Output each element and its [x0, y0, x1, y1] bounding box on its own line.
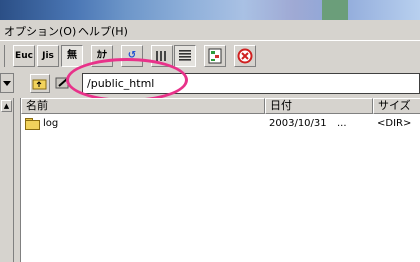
file-list[interactable]: 名前 日付 サイズ log 2003/10/31 ... <DIR>: [20, 98, 420, 262]
parent-folder-button[interactable]: [30, 74, 50, 93]
details-view-button[interactable]: [174, 45, 196, 67]
scroll-up-button[interactable]: ▲: [1, 100, 12, 112]
jis-button[interactable]: Jis: [37, 45, 59, 67]
column-header-date[interactable]: 日付: [265, 98, 373, 114]
no-conversion-button[interactable]: 無: [61, 45, 83, 67]
list-view-button[interactable]: [151, 45, 173, 67]
euc-button[interactable]: Euc: [13, 45, 35, 67]
title-bar: [0, 0, 420, 20]
list-view-icon: [156, 51, 166, 61]
column-header-name[interactable]: 名前: [21, 98, 265, 114]
path-input[interactable]: [82, 73, 420, 94]
sync-button[interactable]: [204, 45, 226, 67]
kana-button[interactable]: ｶﾅ: [91, 45, 113, 67]
file-date: 2003/10/31: [269, 118, 327, 129]
tree-pane[interactable]: ▲: [0, 98, 14, 262]
path-arrow-icon: [55, 77, 69, 89]
folder-icon: [25, 118, 40, 130]
path-history-button[interactable]: [53, 74, 73, 93]
file-name: log: [43, 118, 59, 129]
title-bar-segment: [322, 0, 348, 20]
drive-dropdown[interactable]: [0, 73, 14, 93]
parent-folder-icon: [32, 79, 47, 90]
toolbar: Euc Jis 無 ｶﾅ ↺: [0, 40, 420, 71]
file-date-more: ...: [337, 118, 347, 129]
chevron-down-icon: [3, 81, 11, 86]
table-row[interactable]: log 2003/10/31 ... <DIR>: [21, 116, 420, 132]
column-header-size[interactable]: サイズ: [373, 98, 420, 114]
refresh-button[interactable]: ↺: [121, 45, 143, 67]
menu-item-options[interactable]: オプション(O): [4, 23, 76, 39]
menu-bar: オプション(O) ヘルプ(H): [0, 20, 420, 40]
menu-item-help[interactable]: ヘルプ(H): [78, 23, 128, 39]
details-view-icon: [179, 50, 191, 61]
stop-icon: [237, 48, 253, 64]
sync-icon: [208, 48, 222, 64]
stop-button[interactable]: [234, 45, 256, 67]
toolbar-grip: [0, 45, 5, 67]
file-size: <DIR>: [377, 118, 412, 129]
